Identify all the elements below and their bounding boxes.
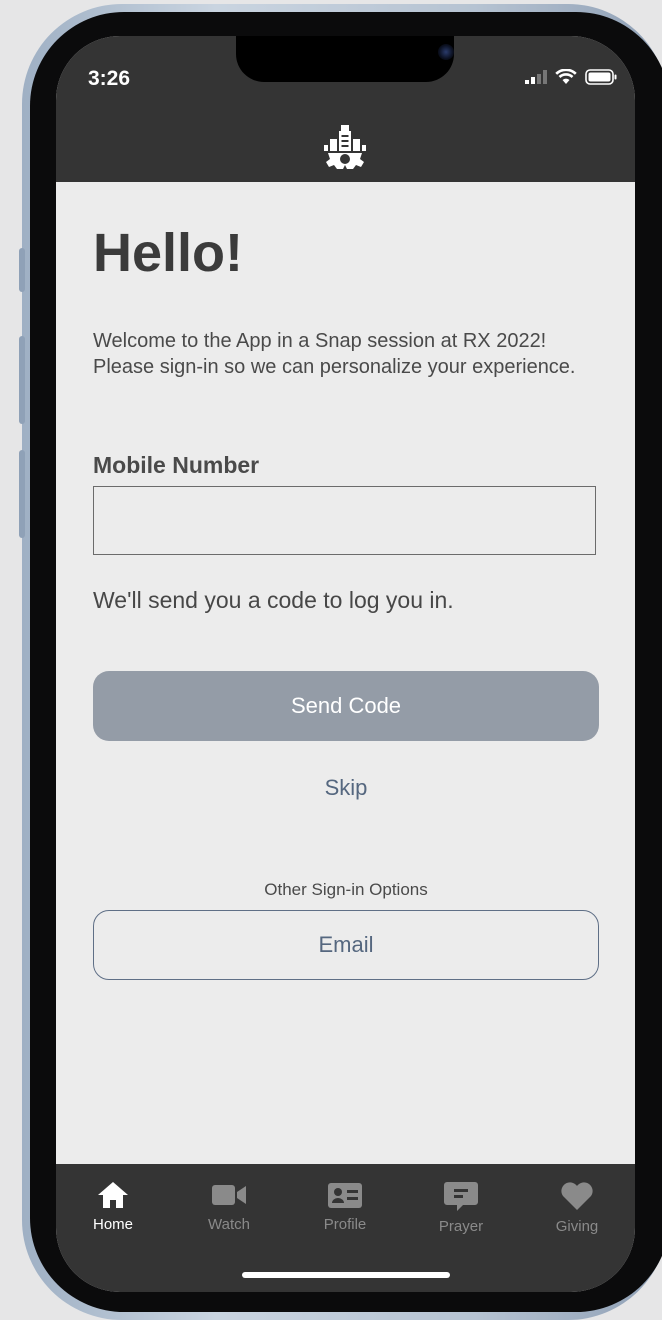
other-sign-in-options-label: Other Sign-in Options [264,880,428,899]
code-hint-text: We'll send you a code to log you in. [93,587,454,613]
app-header: 3:26 [56,36,635,182]
notch [236,36,454,82]
status-icons [525,69,617,85]
wifi-icon [555,69,577,84]
tab-label-profile: Profile [323,1216,367,1233]
tab-label-giving: Giving [555,1218,599,1235]
tab-prayer[interactable]: Prayer [416,1180,506,1235]
front-camera [438,44,454,60]
tab-watch[interactable]: Watch [184,1180,274,1233]
church-gear-logo-icon [324,125,366,169]
video-camera-icon [212,1185,246,1205]
tab-label-watch: Watch [208,1216,250,1233]
chat-bubble-icon [444,1182,478,1211]
heart-icon [561,1182,593,1210]
id-card-icon [328,1183,362,1208]
app-screen: 3:26 Hello! Welcome to the App in a Snap… [56,36,635,1292]
volume-up-button [19,336,25,424]
send-code-button[interactable]: Send Code [93,671,599,741]
battery-icon [585,69,617,85]
mobile-number-label: Mobile Number [93,452,260,478]
home-icon [98,1182,128,1208]
silent-switch [19,248,25,292]
status-time: 3:26 [88,67,131,90]
tab-giving[interactable]: Giving [532,1180,622,1235]
cellular-signal-icon [525,70,547,84]
page-title: Hello! [93,223,244,283]
welcome-text: Welcome to the App in a Snap session at … [93,330,576,378]
volume-down-button [19,450,25,538]
home-indicator[interactable] [242,1272,450,1278]
tab-label-home: Home [92,1216,133,1233]
skip-link[interactable]: Skip [93,775,599,801]
mobile-number-input[interactable] [93,486,596,555]
tab-profile[interactable]: Profile [300,1180,390,1233]
tab-label-prayer: Prayer [438,1218,484,1235]
tab-home[interactable]: Home [68,1180,158,1233]
email-sign-in-button[interactable]: Email [93,910,599,980]
